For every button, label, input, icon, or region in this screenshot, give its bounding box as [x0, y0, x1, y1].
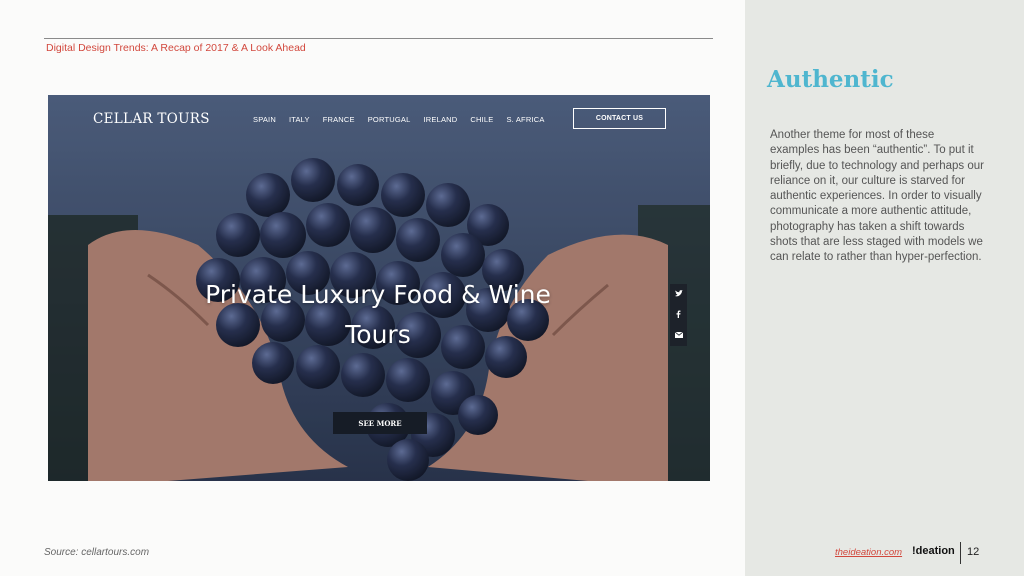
nav-item-south-africa[interactable]: S. AFRICA: [506, 115, 544, 124]
nav-item-italy[interactable]: ITALY: [289, 115, 310, 124]
slide: Digital Design Trends: A Recap of 2017 &…: [0, 0, 1024, 576]
see-more-button[interactable]: SEE MORE: [333, 412, 427, 434]
nav-item-spain[interactable]: SPAIN: [253, 115, 276, 124]
website-screenshot: CELLAR TOURS SPAIN ITALY FRANCE PORTUGAL…: [48, 95, 710, 481]
nav-item-chile[interactable]: CHILE: [470, 115, 493, 124]
page-number: 12: [967, 546, 980, 558]
nav-item-portugal[interactable]: PORTUGAL: [368, 115, 411, 124]
social-share-bar: [670, 284, 687, 346]
website-brand-logo[interactable]: CELLAR TOURS: [93, 111, 210, 127]
nav-item-france[interactable]: FRANCE: [323, 115, 355, 124]
mail-icon[interactable]: [674, 331, 683, 340]
header-divider: [44, 38, 713, 39]
ideation-logo: !deation: [912, 545, 955, 557]
facebook-icon[interactable]: [676, 310, 681, 320]
nav-item-ireland[interactable]: IRELAND: [423, 115, 457, 124]
contact-us-button[interactable]: CONTACT US: [573, 108, 666, 129]
footer-divider: [960, 542, 961, 564]
body-text: Another theme for most of these examples…: [770, 129, 984, 264]
website-link[interactable]: theideation.com: [835, 547, 902, 558]
website-nav: SPAIN ITALY FRANCE PORTUGAL IRELAND CHIL…: [253, 115, 545, 124]
hero-title: Private Luxury Food & Wine Tours: [205, 280, 551, 349]
section-title: Authentic: [767, 66, 894, 93]
twitter-icon[interactable]: [674, 289, 683, 299]
source-caption: Source: cellartours.com: [44, 547, 150, 558]
presentation-title: Digital Design Trends: A Recap of 2017 &…: [46, 42, 306, 54]
